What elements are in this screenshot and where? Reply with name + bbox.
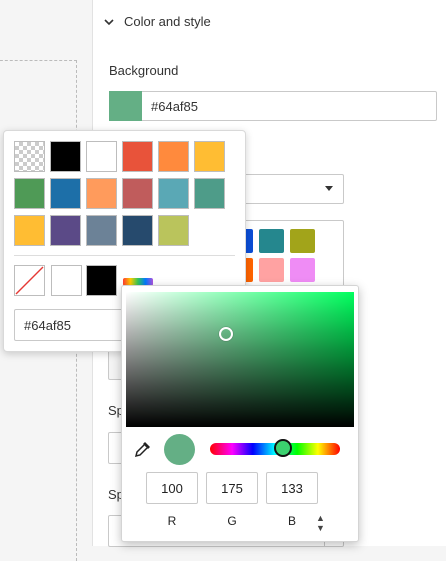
up-down-icon[interactable]: ▲ ▼	[316, 513, 325, 533]
color-swatch[interactable]	[122, 215, 153, 246]
background-color-value: #64af85	[151, 98, 198, 114]
white-swatch[interactable]	[51, 265, 82, 296]
background-color-swatch[interactable]	[109, 90, 142, 121]
saturation-value-handle[interactable]	[219, 327, 233, 341]
section-title: Color and style	[124, 14, 211, 29]
section-header-color-and-style[interactable]: Color and style	[103, 14, 211, 29]
black-swatch[interactable]	[86, 265, 117, 296]
red-input[interactable]: 100	[146, 472, 198, 504]
color-swatch[interactable]	[50, 141, 81, 172]
background-color-field[interactable]: #64af85	[109, 90, 437, 121]
color-picker: 100 175 133 R G B ▲ ▼	[121, 285, 359, 542]
caret-down-icon	[325, 186, 333, 191]
color-swatch[interactable]	[50, 215, 81, 246]
background-label: Background	[109, 63, 179, 78]
color-swatch[interactable]	[86, 215, 117, 246]
green-input[interactable]: 175	[206, 472, 258, 504]
color-swatch[interactable]	[86, 141, 117, 172]
palette-swatch[interactable]	[290, 229, 315, 253]
color-swatch[interactable]	[194, 141, 225, 172]
blue-label: B	[287, 514, 296, 528]
transparent-swatch[interactable]	[14, 141, 45, 172]
color-swatch[interactable]	[50, 178, 81, 209]
color-swatch[interactable]	[122, 178, 153, 209]
divider	[14, 255, 235, 256]
color-swatch[interactable]	[86, 178, 117, 209]
saturation-value-area[interactable]	[126, 292, 354, 427]
palette-swatch[interactable]	[259, 229, 284, 253]
palette-swatch[interactable]	[290, 258, 315, 282]
no-color-swatch[interactable]	[14, 265, 45, 296]
color-swatch[interactable]	[14, 178, 45, 209]
color-preview	[164, 434, 195, 465]
color-swatch[interactable]	[194, 178, 225, 209]
hue-slider[interactable]	[210, 439, 340, 457]
palette-swatch[interactable]	[259, 258, 284, 282]
color-swatch[interactable]	[158, 215, 189, 246]
hex-input[interactable]: #64af85	[14, 309, 129, 341]
blue-input[interactable]: 133	[266, 472, 318, 504]
no-color-icon	[15, 266, 44, 295]
color-swatch[interactable]	[158, 141, 189, 172]
green-label: G	[227, 514, 237, 528]
color-swatch[interactable]	[158, 178, 189, 209]
color-swatch[interactable]	[14, 215, 45, 246]
chevron-down-icon	[104, 18, 114, 25]
red-label: R	[167, 514, 177, 528]
color-swatch[interactable]	[122, 141, 153, 172]
hue-slider-handle[interactable]	[273, 439, 292, 457]
eyedropper-icon[interactable]	[134, 440, 152, 458]
